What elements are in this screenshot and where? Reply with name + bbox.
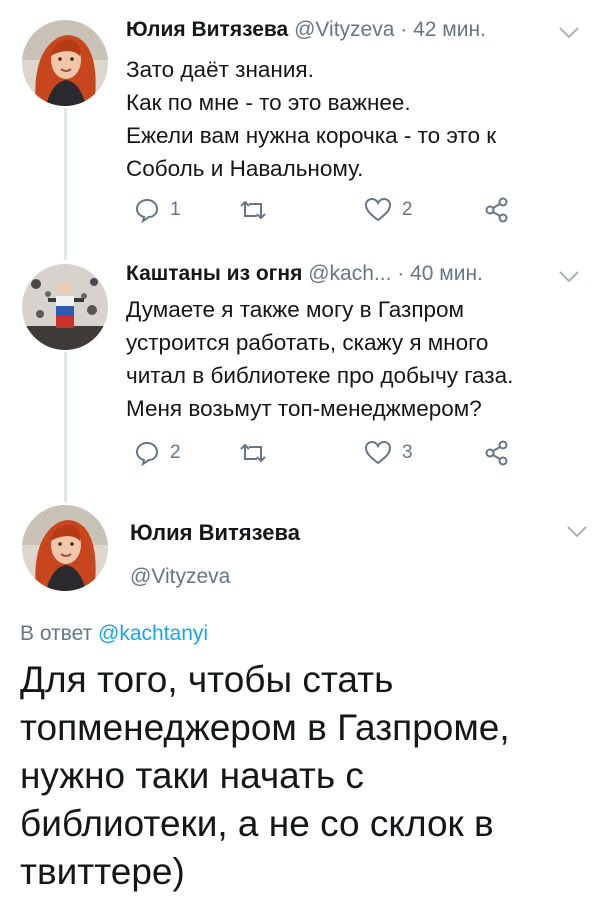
tweet-time[interactable]: · 42 мин. — [400, 18, 486, 41]
author-handle[interactable]: @Vityzeva — [130, 565, 230, 589]
like-count: 3 — [402, 442, 413, 463]
tweet-text-line: библиотеки, а не со склок в — [20, 803, 494, 844]
avatar[interactable] — [22, 20, 108, 106]
tweet-text-line: Ежели вам нужна корочка - то это к — [126, 123, 497, 148]
tweet-text-line: топменеджером в Газпроме, — [20, 707, 510, 748]
tweet-actions: 2 3 — [126, 436, 526, 470]
tweet-text-line: твиттере) — [20, 851, 185, 892]
author-name[interactable]: Юлия Витязева — [130, 520, 300, 546]
reply-context: В ответ @kachtanyi — [20, 622, 208, 646]
tweet-text-line: устроится работать, скажу я много — [126, 330, 489, 355]
tweet-header: Юлия Витязева @Vityzeva · 42 мин. — [126, 18, 486, 42]
avatar[interactable] — [22, 264, 108, 350]
share-button[interactable] — [484, 436, 510, 470]
reply-button[interactable]: 1 — [134, 193, 181, 227]
tweet-text-line: читал в библиотеке про добычу газа. — [126, 363, 514, 388]
retweet-button[interactable] — [236, 193, 280, 227]
main-tweet-text: Для того, чтобы стать топменеджером в Га… — [20, 656, 510, 896]
tweet-text: Зато даёт знания. Как по мне - то это ва… — [126, 53, 576, 185]
tweet-text-line: Думаете я также могу в Газпром — [126, 297, 465, 322]
like-button[interactable]: 3 — [364, 436, 413, 470]
retweet-icon — [240, 443, 266, 463]
tweet-text-line: Меня возьмут топ-менеджмером? — [126, 396, 482, 421]
share-icon — [485, 440, 508, 466]
chevron-down-icon[interactable] — [566, 525, 588, 539]
tweet-time[interactable]: · 40 мин. — [397, 262, 483, 285]
heart-icon — [364, 440, 392, 465]
thread-line — [64, 352, 67, 502]
tweet-header: Каштаны из огня @kach... · 40 мин. — [126, 262, 483, 286]
author-handle[interactable]: @Vityzeva — [294, 18, 394, 41]
tweet-text-line: Зато даёт знания. — [126, 57, 314, 82]
tweet-text-line: нужно таки начать с — [20, 755, 364, 796]
reply-button[interactable]: 2 — [134, 436, 181, 470]
reply-count: 1 — [170, 199, 181, 220]
tweet-text-line: Для того, чтобы стать — [20, 659, 394, 700]
reply-mention-link[interactable]: @kachtanyi — [98, 622, 208, 645]
avatar[interactable] — [22, 505, 108, 591]
like-count: 2 — [402, 199, 413, 220]
tweet-text-line: Как по мне - то это важнее. — [126, 90, 411, 115]
like-button[interactable]: 2 — [364, 193, 413, 227]
author-name[interactable]: Юлия Витязева — [126, 18, 288, 41]
author-handle[interactable]: @kach... — [308, 262, 391, 285]
share-button[interactable] — [484, 193, 510, 227]
reply-prefix: В ответ — [20, 622, 93, 645]
chevron-down-icon[interactable] — [558, 26, 580, 40]
retweet-icon — [240, 200, 266, 220]
tweet-text-line: Соболь и Навальному. — [126, 156, 364, 181]
share-icon — [485, 197, 508, 223]
reply-count: 2 — [170, 442, 181, 463]
heart-icon — [364, 197, 392, 222]
author-name[interactable]: Каштаны из огня — [126, 262, 302, 285]
reply-icon — [135, 441, 159, 466]
chevron-down-icon[interactable] — [558, 270, 580, 284]
tweet-text: Думаете я также могу в Газпром устроится… — [126, 293, 576, 425]
tweet-actions: 1 2 — [126, 193, 526, 227]
thread-line — [64, 108, 67, 260]
reply-icon — [135, 198, 159, 223]
retweet-button[interactable] — [236, 436, 280, 470]
